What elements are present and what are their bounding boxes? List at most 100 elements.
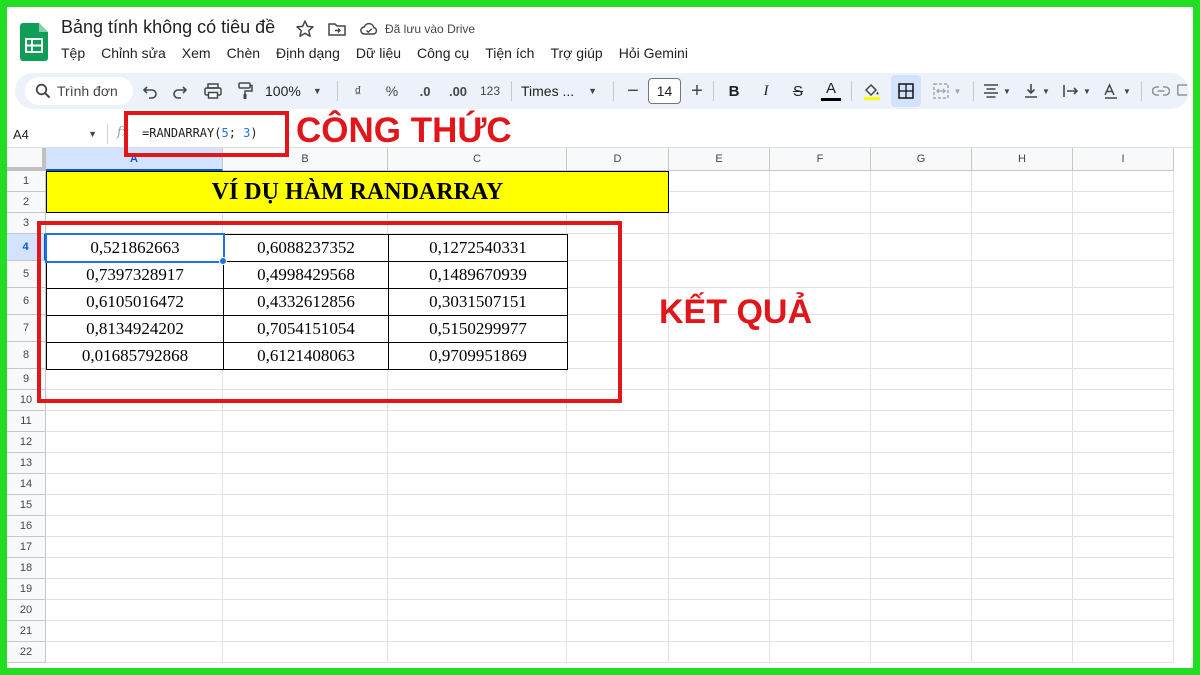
strikethrough-button[interactable]: S (787, 73, 809, 109)
row-header-18[interactable]: 18 (7, 558, 46, 579)
menu-extensions[interactable]: Tiện ích (485, 43, 534, 63)
chevron-down-icon: ▼ (1123, 86, 1131, 96)
font-select[interactable]: Times ... ▼ (521, 73, 605, 109)
cloud-done-icon[interactable] (359, 19, 379, 39)
italic-button[interactable]: I (755, 73, 777, 109)
paint-format-icon (238, 82, 253, 99)
decrease-font-size-button[interactable]: − (623, 73, 643, 109)
menu-file[interactable]: Tệp (61, 43, 85, 63)
column-header-h[interactable]: H (972, 148, 1073, 171)
chevron-down-icon: ▼ (1042, 86, 1050, 96)
currency-format-button[interactable]: ₫ (347, 73, 369, 109)
row-header-15[interactable]: 15 (7, 495, 46, 516)
text-rotation-icon (1104, 83, 1118, 99)
gridline (769, 171, 770, 663)
menu-bar: Tệp Chỉnh sửa Xem Chèn Định dạng Dữ liệu… (61, 43, 704, 63)
gridline (1173, 171, 1174, 663)
align-center-icon (984, 84, 999, 98)
menu-edit[interactable]: Chỉnh sửa (101, 43, 166, 63)
menu-view[interactable]: Xem (182, 43, 211, 63)
font-size-input[interactable]: 14 (648, 78, 681, 104)
redo-icon (173, 86, 188, 99)
row-header-16[interactable]: 16 (7, 516, 46, 537)
zoom-select[interactable]: 100% ▼ (265, 73, 331, 109)
row-header-19[interactable]: 19 (7, 579, 46, 600)
menu-insert[interactable]: Chèn (227, 43, 260, 63)
star-icon[interactable] (295, 19, 315, 39)
column-header-g[interactable]: G (871, 148, 972, 171)
gridline (46, 536, 1174, 537)
menu-format[interactable]: Định dạng (276, 43, 340, 63)
menu-help[interactable]: Trợ giúp (550, 43, 602, 63)
column-header-e[interactable]: E (669, 148, 770, 171)
vertical-align-button[interactable]: ▼ (1019, 73, 1055, 109)
menu-tools[interactable]: Công cụ (417, 43, 469, 63)
column-header-d[interactable]: D (567, 148, 669, 171)
gridline (46, 473, 1174, 474)
gridline (46, 620, 1174, 621)
document-title[interactable]: Bảng tính không có tiêu đề (61, 17, 275, 38)
zoom-value: 100% (265, 83, 301, 99)
paint-format-button[interactable] (233, 73, 257, 109)
number-format-button[interactable]: 123 (477, 73, 503, 109)
menu-data[interactable]: Dữ liệu (356, 43, 401, 63)
merge-cells-button[interactable]: ▼ (927, 73, 967, 109)
row-header-21[interactable]: 21 (7, 621, 46, 642)
increase-font-size-button[interactable]: + (687, 73, 707, 109)
percent-format-button[interactable]: % (381, 73, 403, 109)
column-header-c[interactable]: C (388, 148, 567, 171)
sheet-title-cell[interactable]: VÍ DỤ HÀM RANDARRAY (46, 171, 669, 213)
row-header-17[interactable]: 17 (7, 537, 46, 558)
row-header-20[interactable]: 20 (7, 600, 46, 621)
gridline (46, 494, 1174, 495)
row-header-11[interactable]: 11 (7, 411, 46, 432)
menu-search[interactable]: Trình đơn (25, 77, 133, 105)
menu-search-label: Trình đơn (57, 83, 118, 99)
column-header-f[interactable]: F (770, 148, 871, 171)
cell-reference: A4 (13, 126, 29, 142)
print-button[interactable] (201, 73, 225, 109)
fill-color-button[interactable] (859, 73, 885, 109)
insert-comment-button[interactable] (1177, 73, 1187, 109)
comment-icon (1177, 84, 1187, 96)
insert-link-button[interactable] (1149, 73, 1173, 109)
menu-ask-gemini[interactable]: Hỏi Gemini (619, 43, 688, 63)
gridline (46, 410, 1174, 411)
text-rotation-button[interactable]: ▼ (1099, 73, 1135, 109)
move-folder-icon[interactable] (327, 19, 347, 39)
sheets-window: Bảng tính không có tiêu đề Đã lưu vào Dr… (7, 7, 1193, 668)
toolbar: Trình đơn 100% ▼ ₫ % .0 .00 123 Times ..… (15, 73, 1189, 109)
row-header-14[interactable]: 14 (7, 474, 46, 495)
column-header-i[interactable]: I (1073, 148, 1174, 171)
chevron-down-icon: ▼ (953, 86, 962, 96)
row-header-1[interactable]: 1 (7, 171, 46, 192)
gridline (870, 171, 871, 663)
row-header-12[interactable]: 12 (7, 432, 46, 453)
undo-button[interactable] (139, 73, 161, 109)
row-header-13[interactable]: 13 (7, 453, 46, 474)
borders-button[interactable] (891, 75, 921, 107)
gridline (46, 431, 1174, 432)
fill-handle[interactable] (219, 257, 227, 265)
row-header-2[interactable]: 2 (7, 192, 46, 213)
name-box[interactable]: A4 ▼ (13, 123, 97, 145)
gridline (46, 599, 1174, 600)
bold-button[interactable]: B (723, 73, 745, 109)
gridline (46, 515, 1174, 516)
undo-icon (142, 86, 157, 99)
gridline (46, 578, 1174, 579)
row-header-22[interactable]: 22 (7, 642, 46, 663)
gridline (46, 662, 1174, 663)
redo-button[interactable] (169, 73, 191, 109)
sheets-logo-icon[interactable] (20, 23, 48, 61)
text-color-button[interactable]: A (819, 73, 843, 109)
result-annotation: KẾT QUẢ (659, 293, 812, 331)
horizontal-align-button[interactable]: ▼ (979, 73, 1015, 109)
gridline (46, 557, 1174, 558)
link-icon (1152, 86, 1170, 96)
data-cell[interactable]: 0,521862663 (45, 233, 225, 263)
select-all-corner[interactable] (7, 148, 46, 171)
text-wrapping-button[interactable]: ▼ (1059, 73, 1095, 109)
decrease-decimal-button[interactable]: .0 (413, 73, 437, 109)
increase-decimal-button[interactable]: .00 (445, 73, 471, 109)
